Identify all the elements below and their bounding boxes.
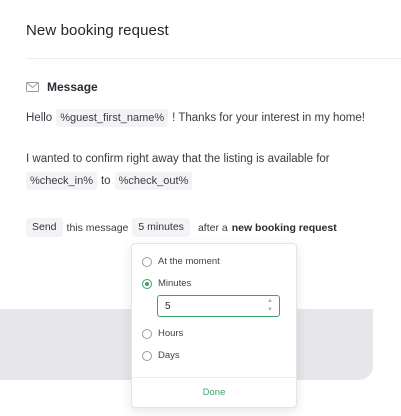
radio-selected-icon[interactable] — [142, 278, 152, 289]
thanks-text: ! Thanks for your interest in my home! — [172, 112, 365, 124]
message-line-1: Hello %guest_first_name% ! Thanks for yo… — [26, 109, 365, 127]
greeting-text: Hello — [26, 112, 53, 124]
radio-icon[interactable] — [142, 350, 152, 361]
option-hours[interactable]: Hours — [142, 328, 183, 339]
variable-chip-guest-first-name[interactable]: %guest_first_name% — [56, 109, 169, 127]
number-stepper[interactable]: ▲ ▼ — [265, 298, 275, 314]
option-label: Days — [158, 350, 180, 361]
variable-chip-check-in[interactable]: %check_in% — [26, 172, 97, 190]
chevron-up-icon[interactable]: ▲ — [267, 298, 273, 305]
minutes-input[interactable] — [157, 295, 280, 317]
option-label: Hours — [158, 328, 184, 339]
message-line-3: %check_in% to %check_out% — [26, 172, 193, 190]
radio-icon[interactable] — [142, 328, 152, 339]
delay-dropdown: At the moment Minutes ▲ ▼ Hours Days Don… — [131, 243, 297, 408]
page-title: New booking request — [26, 22, 169, 39]
delay-select[interactable]: 5 minutes — [132, 218, 190, 237]
dropdown-divider — [132, 377, 296, 378]
schedule-row: Send this message 5 minutes after a new … — [26, 218, 337, 237]
radio-icon[interactable] — [142, 256, 152, 267]
envelope-icon — [26, 82, 39, 92]
to-text: to — [100, 175, 111, 187]
header-divider — [26, 58, 401, 59]
chevron-down-icon[interactable]: ▼ — [267, 307, 273, 314]
option-label: Minutes — [158, 278, 192, 289]
message-label: Message — [47, 80, 98, 94]
send-button[interactable]: Send — [26, 218, 63, 237]
done-button[interactable]: Done — [132, 387, 296, 398]
message-line-2: I wanted to confirm right away that the … — [26, 153, 330, 165]
trigger-text: new booking request — [231, 221, 337, 234]
option-minutes[interactable]: Minutes — [142, 278, 191, 289]
variable-chip-check-out[interactable]: %check_out% — [114, 172, 193, 190]
message-header: Message — [26, 80, 98, 94]
option-at-the-moment[interactable]: At the moment — [142, 256, 220, 267]
option-days[interactable]: Days — [142, 350, 180, 361]
option-label: At the moment — [158, 256, 220, 267]
this-message-text: this message — [66, 221, 129, 234]
after-a-text: after a — [197, 221, 228, 234]
